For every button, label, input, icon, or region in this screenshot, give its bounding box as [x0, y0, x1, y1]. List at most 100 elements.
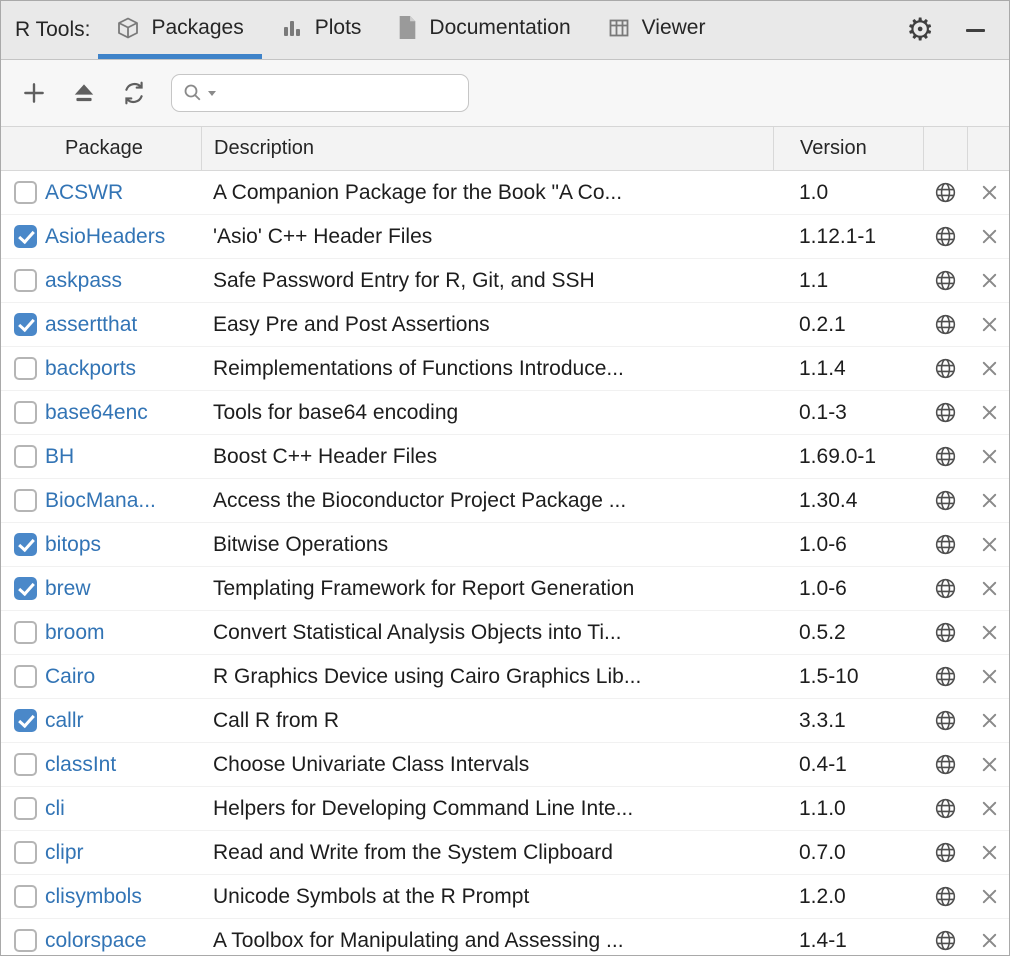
globe-icon[interactable] [933, 488, 958, 513]
package-checkbox[interactable] [14, 269, 37, 292]
gear-icon[interactable]: ⚙ [906, 15, 934, 46]
column-header-description[interactable]: Description [201, 127, 773, 170]
globe-icon[interactable] [933, 180, 958, 205]
close-icon[interactable] [980, 359, 999, 378]
column-header-version[interactable]: Version [773, 127, 923, 170]
install-package-button[interactable] [13, 72, 55, 114]
package-checkbox[interactable] [14, 401, 37, 424]
package-checkbox[interactable] [14, 797, 37, 820]
close-icon[interactable] [980, 403, 999, 422]
close-icon[interactable] [980, 447, 999, 466]
globe-icon[interactable] [933, 928, 958, 953]
package-name-link[interactable]: cli [45, 797, 65, 821]
package-name-link[interactable]: brew [45, 577, 91, 601]
package-checkbox[interactable] [14, 665, 37, 688]
package-name-link[interactable]: ACSWR [45, 181, 123, 205]
globe-icon[interactable] [933, 224, 958, 249]
package-checkbox[interactable] [14, 533, 37, 556]
package-row: ACSWR A Companion Package for the Book "… [1, 171, 1009, 215]
refresh-button[interactable] [113, 72, 155, 114]
package-checkbox[interactable] [14, 489, 37, 512]
close-icon[interactable] [980, 843, 999, 862]
globe-icon[interactable] [933, 708, 958, 733]
package-row: assertthat Easy Pre and Post Assertions … [1, 303, 1009, 347]
panel-title: R Tools: [15, 18, 90, 42]
package-version: 0.5.2 [773, 611, 923, 654]
globe-icon[interactable] [933, 400, 958, 425]
table-header: Package Description Version [1, 127, 1009, 171]
package-checkbox[interactable] [14, 753, 37, 776]
package-name-link[interactable]: clisymbols [45, 885, 142, 909]
package-name-link[interactable]: BiocMana... [45, 489, 156, 513]
close-icon[interactable] [980, 799, 999, 818]
globe-icon[interactable] [933, 444, 958, 469]
close-icon[interactable] [980, 579, 999, 598]
package-row: BiocMana... Access the Bioconductor Proj… [1, 479, 1009, 523]
package-checkbox[interactable] [14, 841, 37, 864]
close-icon[interactable] [980, 887, 999, 906]
globe-icon[interactable] [933, 752, 958, 777]
close-icon[interactable] [980, 271, 999, 290]
package-checkbox[interactable] [14, 313, 37, 336]
tab-documentation[interactable]: Documentation [379, 1, 588, 59]
package-checkbox[interactable] [14, 445, 37, 468]
search-field[interactable] [171, 74, 469, 112]
close-icon[interactable] [980, 623, 999, 642]
close-icon[interactable] [980, 931, 999, 950]
close-icon[interactable] [980, 711, 999, 730]
package-name-link[interactable]: colorspace [45, 929, 147, 953]
package-row: backports Reimplementations of Functions… [1, 347, 1009, 391]
globe-icon[interactable] [933, 620, 958, 645]
globe-icon[interactable] [933, 664, 958, 689]
globe-icon[interactable] [933, 840, 958, 865]
tab-viewer[interactable]: Viewer [589, 1, 724, 59]
package-checkbox[interactable] [14, 885, 37, 908]
package-name-link[interactable]: Cairo [45, 665, 95, 689]
package-checkbox[interactable] [14, 577, 37, 600]
package-name-link[interactable]: AsioHeaders [45, 225, 165, 249]
close-icon[interactable] [980, 755, 999, 774]
close-icon[interactable] [980, 315, 999, 334]
globe-icon[interactable] [933, 532, 958, 557]
package-name-link[interactable]: clipr [45, 841, 84, 865]
document-icon [397, 15, 418, 40]
package-name-link[interactable]: base64enc [45, 401, 148, 425]
globe-icon[interactable] [933, 268, 958, 293]
package-name-link[interactable]: classInt [45, 753, 116, 777]
column-header-package[interactable]: Package [43, 127, 201, 170]
package-checkbox[interactable] [14, 929, 37, 952]
globe-icon[interactable] [933, 312, 958, 337]
package-name-link[interactable]: broom [45, 621, 105, 645]
tab-packages[interactable]: Packages [98, 1, 261, 59]
close-icon[interactable] [980, 491, 999, 510]
search-input[interactable] [220, 81, 458, 105]
tab-plots[interactable]: Plots [262, 1, 380, 59]
package-checkbox[interactable] [14, 357, 37, 380]
package-checkbox[interactable] [14, 709, 37, 732]
package-row: callr Call R from R 3.3.1 [1, 699, 1009, 743]
package-checkbox[interactable] [14, 225, 37, 248]
package-checkbox[interactable] [14, 181, 37, 204]
minimize-icon[interactable] [966, 29, 985, 32]
package-description: Boost C++ Header Files [201, 435, 773, 478]
package-description: Choose Univariate Class Intervals [201, 743, 773, 786]
package-name-link[interactable]: callr [45, 709, 84, 733]
package-name-link[interactable]: bitops [45, 533, 101, 557]
close-icon[interactable] [980, 535, 999, 554]
close-icon[interactable] [980, 227, 999, 246]
package-name-link[interactable]: askpass [45, 269, 122, 293]
package-name-link[interactable]: assertthat [45, 313, 137, 337]
package-checkbox[interactable] [14, 621, 37, 644]
column-header-uninstall [967, 127, 1010, 170]
globe-icon[interactable] [933, 576, 958, 601]
package-row: Cairo R Graphics Device using Cairo Grap… [1, 655, 1009, 699]
globe-icon[interactable] [933, 796, 958, 821]
globe-icon[interactable] [933, 884, 958, 909]
upgrade-all-button[interactable] [63, 72, 105, 114]
close-icon[interactable] [980, 667, 999, 686]
close-icon[interactable] [980, 183, 999, 202]
bar-chart-icon [280, 16, 304, 40]
package-name-link[interactable]: BH [45, 445, 74, 469]
globe-icon[interactable] [933, 356, 958, 381]
package-name-link[interactable]: backports [45, 357, 136, 381]
